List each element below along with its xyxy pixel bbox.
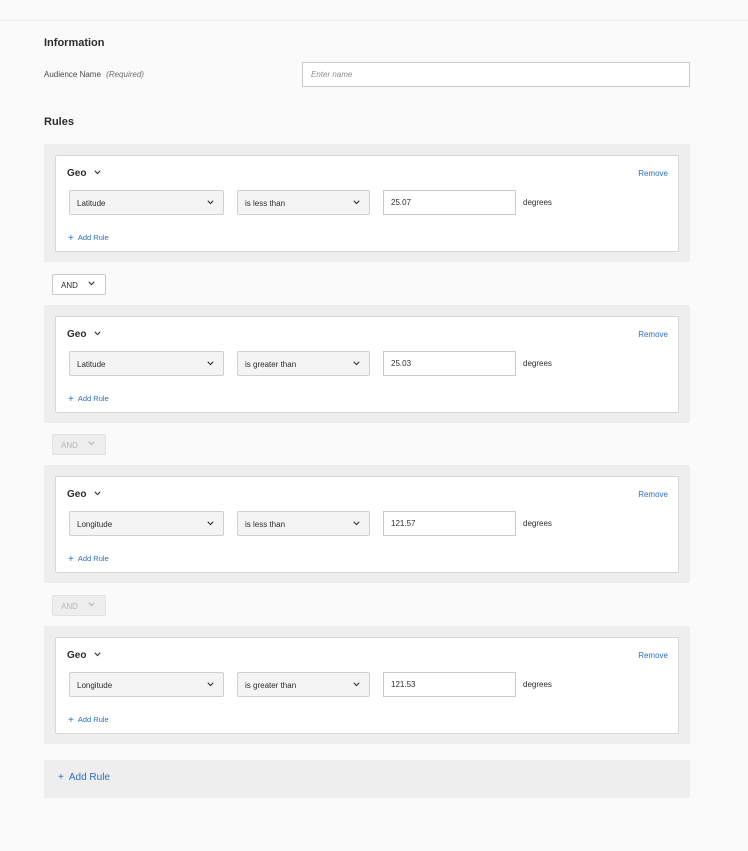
connector-label: AND — [61, 602, 78, 611]
field-dropdown[interactable]: Longitude — [69, 511, 224, 536]
rule-type-selector[interactable]: Geo — [67, 489, 101, 500]
field-dropdown[interactable]: Latitude — [69, 190, 224, 215]
add-rule-link-label: Add Rule — [77, 394, 109, 403]
and-connector-dropdown[interactable]: AND — [52, 595, 106, 616]
connector-label: AND — [61, 441, 78, 450]
rule-card: Geo Remove Longitude is greater than deg… — [55, 637, 679, 734]
field-dropdown-value: Longitude — [77, 681, 113, 690]
chevron-down-icon — [207, 361, 214, 366]
information-section-title: Information — [44, 37, 105, 49]
add-rule-link-label: Add Rule — [77, 554, 109, 563]
rule-type-selector[interactable]: Geo — [67, 329, 101, 340]
chevron-down-icon — [353, 200, 360, 205]
add-rule-link[interactable]: + Add Rule — [68, 393, 109, 405]
chevron-down-icon — [94, 652, 101, 657]
rule-type-selector[interactable]: Geo — [67, 650, 101, 661]
field-dropdown[interactable]: Latitude — [69, 351, 224, 376]
rules-section-title: Rules — [44, 116, 74, 128]
field-dropdown-value: Longitude — [77, 520, 113, 529]
and-connector-dropdown[interactable]: AND — [52, 434, 106, 455]
plus-icon: + — [68, 394, 74, 405]
operator-dropdown[interactable]: is less than — [237, 190, 370, 215]
value-input[interactable] — [383, 190, 516, 215]
rule-type-label: Geo — [67, 489, 87, 500]
field-dropdown-value: Latitude — [77, 199, 106, 208]
chevron-down-icon — [207, 682, 214, 687]
unit-label: degrees — [523, 680, 552, 689]
operator-dropdown-value: is greater than — [245, 681, 297, 690]
add-rule-link-label: Add Rule — [77, 715, 109, 724]
chevron-down-icon — [353, 682, 360, 687]
chevron-down-icon — [88, 602, 95, 607]
operator-dropdown[interactable]: is greater than — [237, 672, 370, 697]
rule-type-label: Geo — [67, 168, 87, 179]
header-divider — [0, 20, 748, 21]
rule-type-label: Geo — [67, 329, 87, 340]
remove-rule-link[interactable]: Remove — [638, 490, 668, 499]
rule-card: Geo Remove Latitude is less than degrees… — [55, 155, 679, 252]
add-rule-link[interactable]: + Add Rule — [68, 232, 109, 244]
chevron-down-icon — [88, 441, 95, 446]
chevron-down-icon — [94, 491, 101, 496]
add-rule-link-label: Add Rule — [77, 233, 109, 242]
unit-label: degrees — [523, 359, 552, 368]
add-rule-link[interactable]: + Add Rule — [68, 714, 109, 726]
add-rule-link[interactable]: + Add Rule — [68, 553, 109, 565]
operator-dropdown-value: is greater than — [245, 360, 297, 369]
unit-label: degrees — [523, 519, 552, 528]
plus-icon: + — [68, 554, 74, 565]
rule-group: Geo Remove Latitude is less than degrees… — [44, 144, 690, 262]
operator-dropdown[interactable]: is greater than — [237, 351, 370, 376]
chevron-down-icon — [94, 331, 101, 336]
plus-icon: + — [68, 233, 74, 244]
remove-rule-link[interactable]: Remove — [638, 330, 668, 339]
add-rule-group-button[interactable]: + Add Rule — [44, 760, 690, 798]
chevron-down-icon — [207, 200, 214, 205]
chevron-down-icon — [207, 521, 214, 526]
operator-dropdown-value: is less than — [245, 199, 286, 208]
value-input[interactable] — [383, 351, 516, 376]
add-rule-group-label: Add Rule — [68, 772, 110, 783]
rule-group: Geo Remove Latitude is greater than degr… — [44, 305, 690, 423]
rule-group: Geo Remove Longitude is less than degree… — [44, 465, 690, 583]
operator-dropdown[interactable]: is less than — [237, 511, 370, 536]
value-input[interactable] — [383, 672, 516, 697]
plus-icon: + — [68, 715, 74, 726]
field-dropdown[interactable]: Longitude — [69, 672, 224, 697]
chevron-down-icon — [353, 521, 360, 526]
rule-card: Geo Remove Longitude is less than degree… — [55, 476, 679, 573]
audience-name-label-text: Audience Name — [44, 70, 101, 79]
rule-type-selector[interactable]: Geo — [67, 168, 101, 179]
required-indicator: (Required) — [106, 70, 144, 79]
connector-label: AND — [61, 281, 78, 290]
operator-dropdown-value: is less than — [245, 520, 286, 529]
remove-rule-link[interactable]: Remove — [638, 651, 668, 660]
rule-type-label: Geo — [67, 650, 87, 661]
chevron-down-icon — [88, 281, 95, 286]
rule-card: Geo Remove Latitude is greater than degr… — [55, 316, 679, 413]
audience-name-label: Audience Name (Required) — [44, 70, 144, 79]
remove-rule-link[interactable]: Remove — [638, 169, 668, 178]
audience-name-input[interactable] — [302, 62, 690, 87]
chevron-down-icon — [94, 170, 101, 175]
rule-group: Geo Remove Longitude is greater than deg… — [44, 626, 690, 744]
field-dropdown-value: Latitude — [77, 360, 106, 369]
chevron-down-icon — [353, 361, 360, 366]
plus-icon: + — [58, 772, 64, 783]
unit-label: degrees — [523, 198, 552, 207]
value-input[interactable] — [383, 511, 516, 536]
and-connector-dropdown[interactable]: AND — [52, 274, 106, 295]
